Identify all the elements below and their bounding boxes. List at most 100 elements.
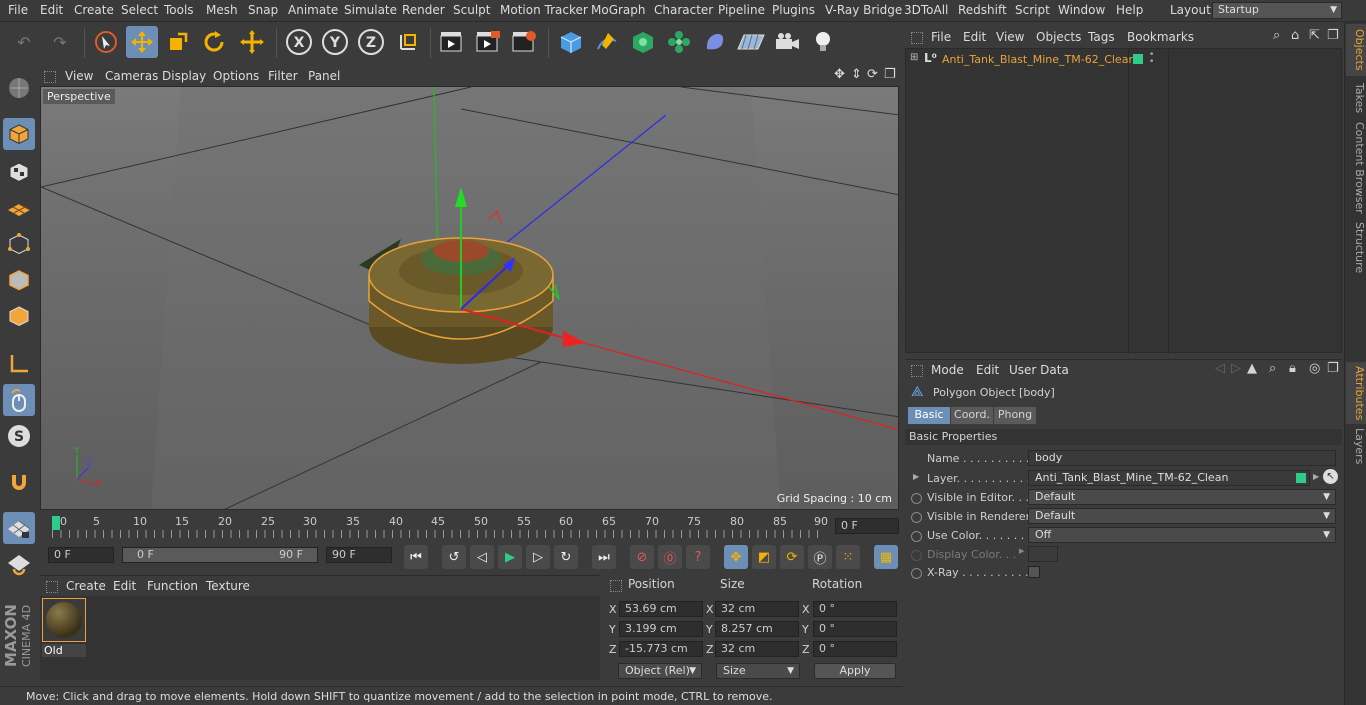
go-to-end-icon[interactable]: ⏭	[592, 545, 616, 569]
side-tab-attributes[interactable]: Attributes	[1346, 362, 1366, 424]
menu-sculpt[interactable]: Sculpt	[453, 3, 490, 17]
menu-mograph[interactable]: MoGraph	[591, 3, 646, 17]
attr-menu-edit[interactable]: Edit	[976, 363, 999, 377]
viewport-menu-filter[interactable]: Filter	[268, 69, 298, 83]
animation-radio[interactable]	[911, 568, 922, 579]
size-y-field[interactable]: 8.257 cm	[715, 621, 799, 637]
material-area[interactable]: Old	[40, 596, 600, 680]
live-selection-icon[interactable]	[90, 26, 122, 58]
snap-icon[interactable]: S	[3, 420, 35, 452]
menu-snap[interactable]: Snap	[248, 3, 278, 17]
material-menu-texture[interactable]: Texture	[206, 579, 250, 593]
material-menu-edit[interactable]: Edit	[113, 579, 136, 593]
camera-label[interactable]: Perspective	[43, 89, 115, 104]
go-to-start-icon[interactable]: ⏮	[404, 545, 428, 569]
tab-basic[interactable]: Basic	[908, 407, 950, 424]
menu-render[interactable]: Render	[402, 3, 445, 17]
record-icon[interactable]: ⊘	[630, 545, 654, 569]
key-pla-icon[interactable]: ⁙	[836, 545, 860, 569]
workplane-lock-icon[interactable]	[3, 512, 35, 544]
key-rotation-icon[interactable]: ⟳	[780, 545, 804, 569]
name-input[interactable]: body	[1028, 450, 1336, 466]
attr-menu-mode[interactable]: Mode	[931, 363, 964, 377]
rotate-tool-icon[interactable]	[198, 26, 230, 58]
back-arrow-icon[interactable]: ◁	[1215, 361, 1225, 376]
object-row[interactable]: ⊞ L⁰ Anti_Tank_Blast_Mine_TM-62_Clean • •	[906, 51, 1343, 68]
menu-pipeline[interactable]: Pipeline	[718, 3, 765, 17]
key-position-icon[interactable]: ✥	[724, 545, 748, 569]
viewport-menu-options[interactable]: Options	[213, 69, 259, 83]
viewport-zoom-icon[interactable]: ⇕	[851, 67, 862, 82]
rotation-p-field[interactable]: 0 °	[813, 621, 897, 637]
menu-create[interactable]: Create	[74, 3, 114, 17]
object-menu-file[interactable]: File	[931, 30, 951, 44]
previous-frame-icon[interactable]: ◁	[470, 545, 494, 569]
layer-color-swatch[interactable]	[1133, 54, 1143, 64]
next-key-icon[interactable]: ↻	[554, 545, 578, 569]
render-settings-icon[interactable]	[508, 26, 540, 58]
texture-mode-icon[interactable]	[3, 156, 35, 188]
x-axis-lock-button[interactable]: X	[283, 26, 315, 58]
object-menu-bookmarks[interactable]: Bookmarks	[1127, 30, 1194, 44]
light-icon[interactable]	[807, 26, 839, 58]
magnet-icon[interactable]	[3, 466, 35, 498]
tab-coord[interactable]: Coord.	[951, 407, 993, 424]
object-menu-view[interactable]: View	[996, 30, 1024, 44]
make-editable-icon[interactable]	[3, 72, 35, 104]
workplane-mode-icon[interactable]	[3, 192, 35, 224]
search-icon[interactable]: ⌕	[1269, 361, 1276, 376]
edges-mode-icon[interactable]	[3, 264, 35, 296]
size-mode-select[interactable]: Size ▼	[716, 663, 800, 679]
pointer-icon[interactable]: ▲	[1247, 361, 1257, 376]
key-scale-icon[interactable]: ◩	[752, 545, 776, 569]
menu-file[interactable]: File	[8, 3, 28, 17]
menu-script[interactable]: Script	[1015, 3, 1050, 17]
menu-window[interactable]: Window	[1058, 3, 1105, 17]
search-icon[interactable]: ⌕	[1273, 28, 1280, 43]
timeline-ruler[interactable]: 0 5 10 15 20 25 30 35 40 45 50 55 60 65 …	[40, 512, 900, 540]
side-tab-objects[interactable]: Objects	[1346, 24, 1366, 76]
menu-animate[interactable]: Animate	[288, 3, 338, 17]
menu-character[interactable]: Character	[654, 3, 713, 17]
undo-icon[interactable]: ↶	[8, 26, 40, 58]
viewport-menu-view[interactable]: View	[65, 69, 93, 83]
3d-viewport[interactable]: Y Z X Perspective Grid Spacing : 10 cm	[40, 86, 899, 510]
rotation-b-field[interactable]: 0 °	[813, 641, 897, 657]
viewport-move-icon[interactable]: ✥	[834, 67, 845, 82]
position-x-field[interactable]: 53.69 cm	[619, 601, 703, 617]
menu-redshift[interactable]: Redshift	[958, 3, 1007, 17]
new-window-icon[interactable]: ❐	[1327, 28, 1339, 43]
attr-menu-user-data[interactable]: User Data	[1009, 363, 1069, 377]
new-window-icon[interactable]: ❐	[1327, 361, 1339, 376]
side-tab-takes[interactable]: Takes	[1346, 80, 1366, 116]
workplane-locked-icon[interactable]	[3, 548, 35, 580]
layer-pick-icon[interactable]: ↖	[1323, 469, 1338, 484]
object-menu-tags[interactable]: Tags	[1088, 30, 1115, 44]
autokey-icon[interactable]: ⓪	[658, 545, 682, 569]
lock-icon[interactable]: 🔒︎	[1289, 361, 1296, 376]
scale-tool-icon[interactable]	[162, 26, 194, 58]
animation-radio[interactable]	[911, 493, 922, 504]
position-z-field[interactable]: -15.773 cm	[619, 641, 703, 657]
material-menu-function[interactable]: Function	[147, 579, 198, 593]
expand-icon[interactable]: ⊞	[910, 52, 918, 63]
viewport-menu-display[interactable]: Display	[162, 69, 206, 83]
transform-tool-icon[interactable]	[236, 26, 268, 58]
side-tab-structure[interactable]: Structure	[1346, 220, 1366, 276]
tweak-mode-icon[interactable]	[3, 384, 35, 416]
keyframe-selection-icon[interactable]: ?	[686, 545, 710, 569]
menu-3dtoall[interactable]: 3DToAll	[904, 3, 948, 17]
pen-spline-icon[interactable]	[591, 26, 623, 58]
tab-phong[interactable]: Phong	[994, 407, 1036, 424]
menu-edit[interactable]: Edit	[40, 3, 63, 17]
coordinate-system-icon[interactable]	[392, 26, 424, 58]
viewport-menu-cameras[interactable]: Cameras	[105, 69, 158, 83]
animation-radio[interactable]	[911, 531, 922, 542]
size-z-field[interactable]: 32 cm	[715, 641, 799, 657]
settings-icon[interactable]: ◎	[1309, 361, 1320, 376]
viewport-rotate-icon[interactable]: ⟳	[867, 67, 878, 82]
viewport-maximize-icon[interactable]: ❐	[884, 67, 896, 82]
object-menu-edit[interactable]: Edit	[963, 30, 986, 44]
render-picture-viewer-icon[interactable]	[472, 26, 504, 58]
size-x-field[interactable]: 32 cm	[715, 601, 799, 617]
